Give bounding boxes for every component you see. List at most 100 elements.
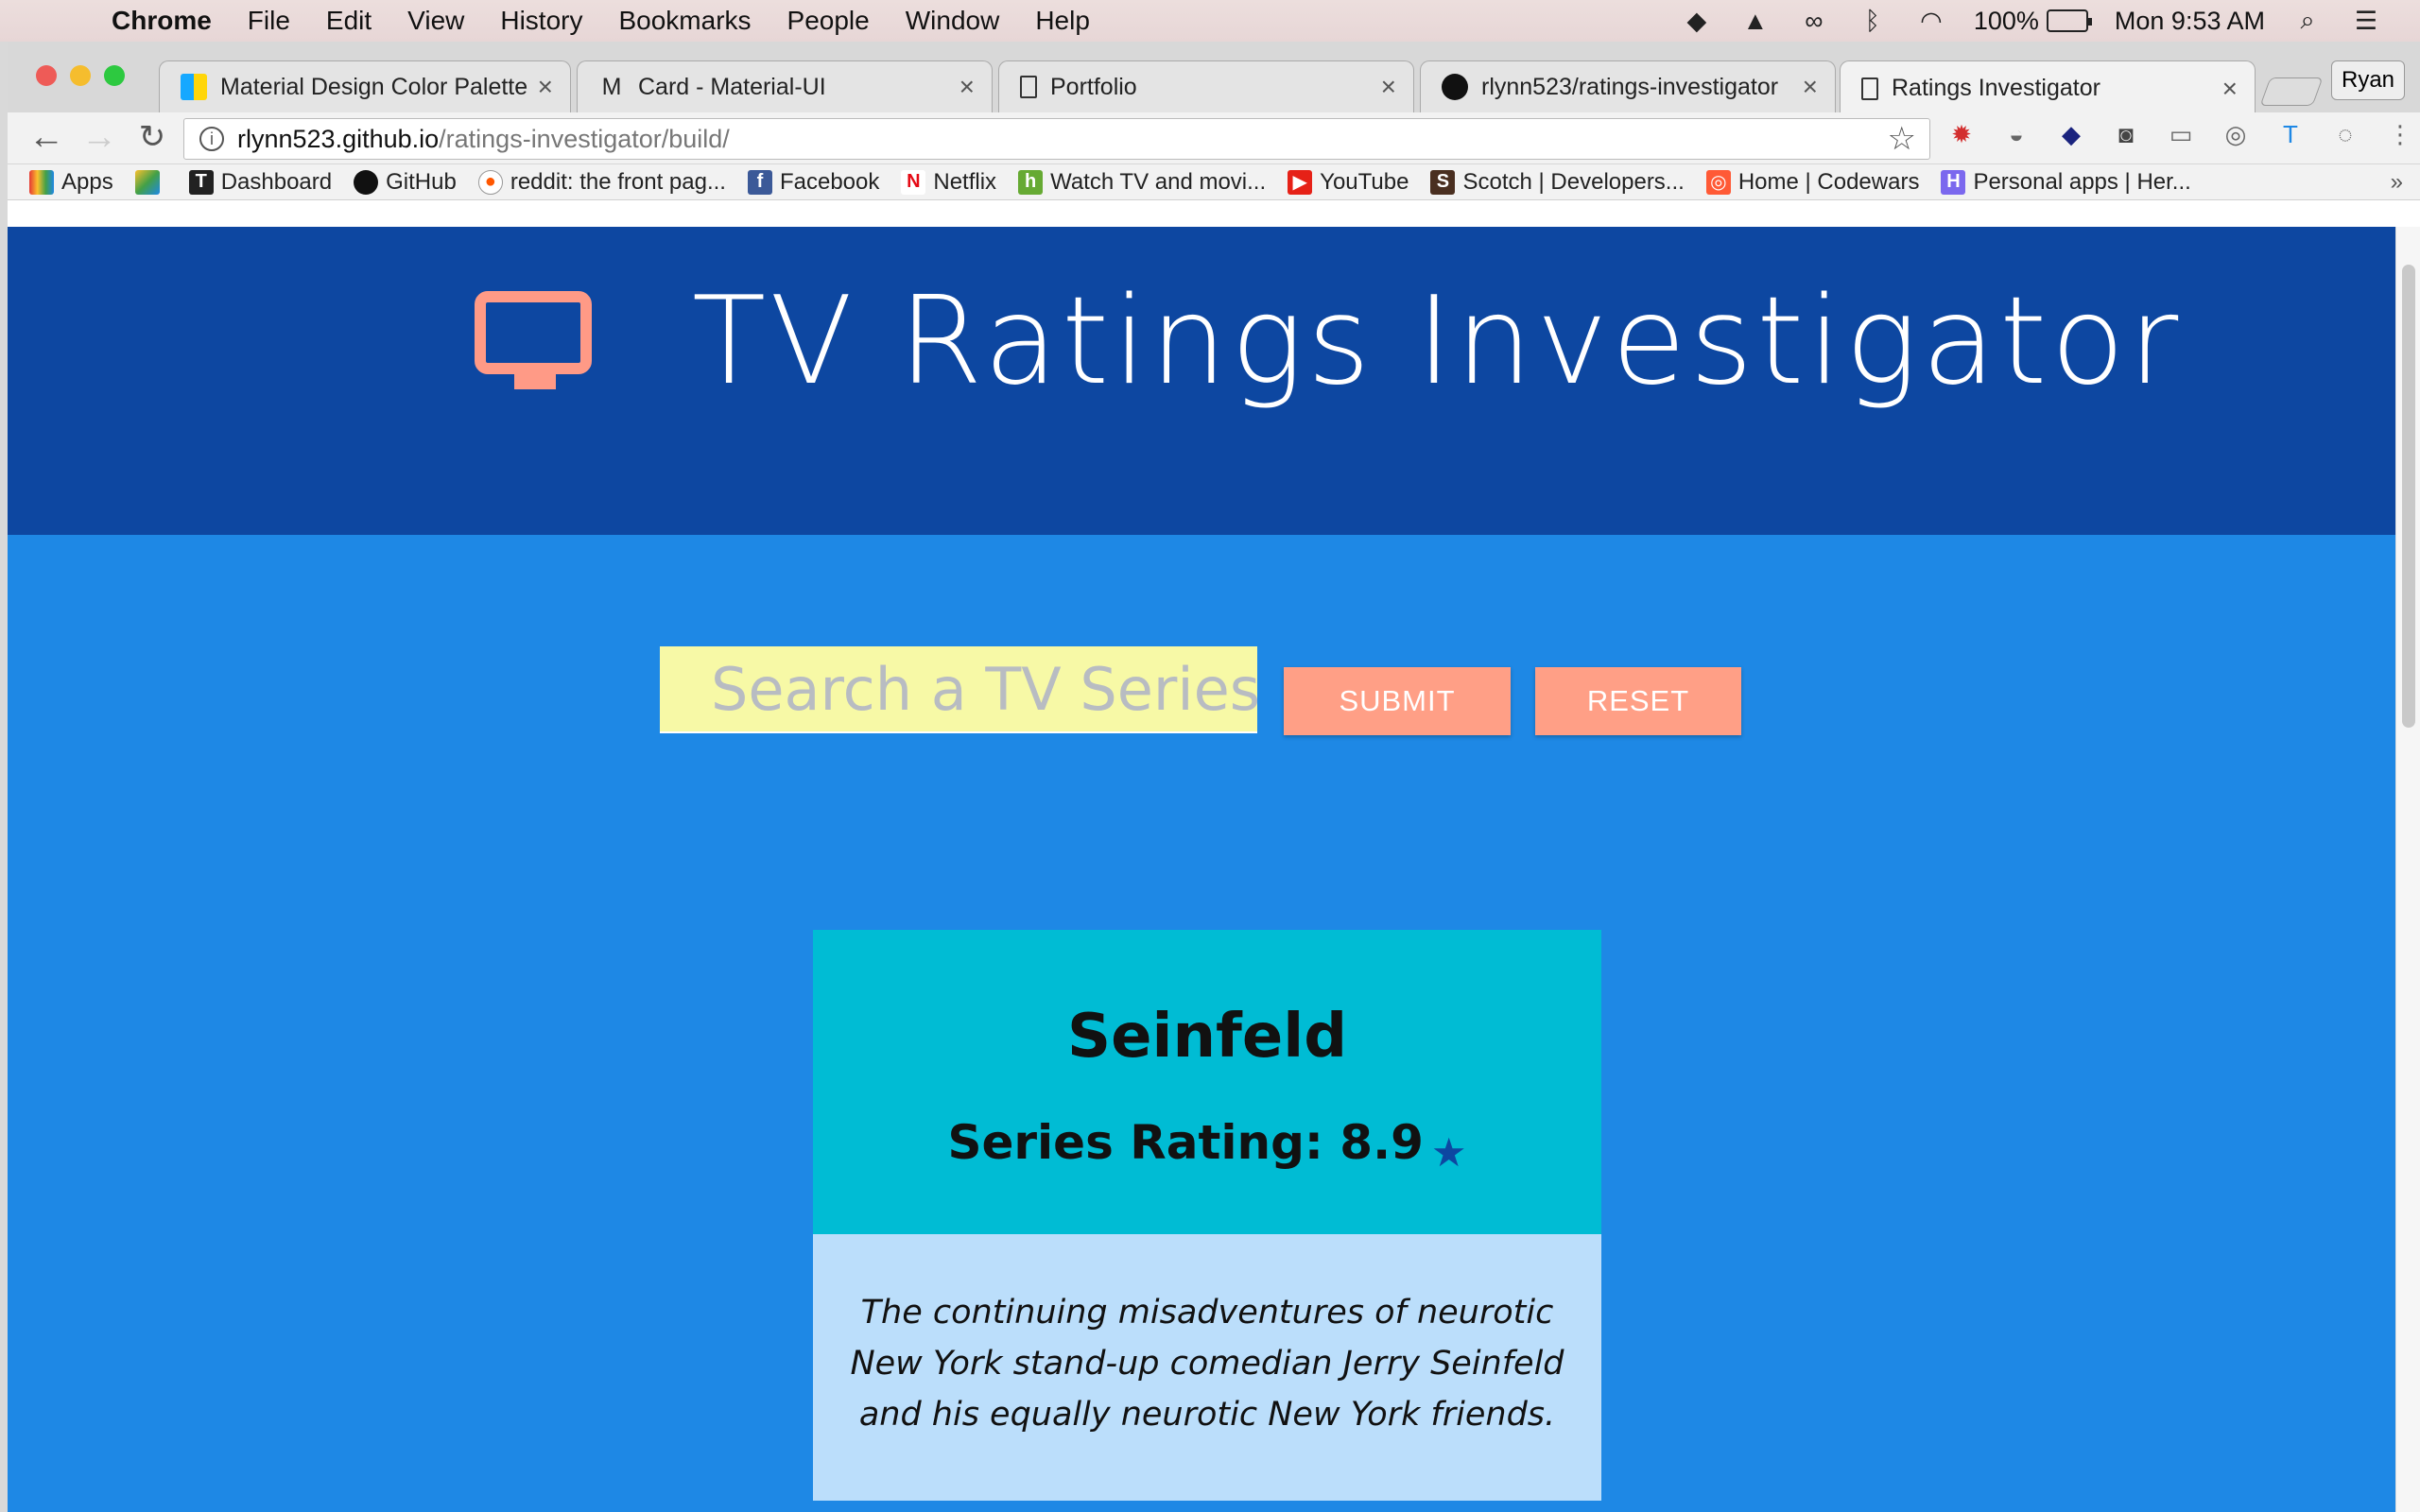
notification-center-icon[interactable]: ☰ [2350,7,2382,35]
menu-chrome[interactable]: Chrome [112,6,212,36]
lamp-extension-icon[interactable]: ◙ [2110,118,2142,150]
battery-percent: 100% [1973,6,2039,35]
bookmark-heroku[interactable]: H Personal apps | Her... [1941,168,2191,196]
macos-menu-bar: Chrome File Edit View History Bookmarks … [0,0,2420,42]
bookmark-dashboard[interactable]: T Dashboard [188,169,332,196]
menu-window[interactable]: Window [906,6,1000,36]
color-palette-icon [181,74,207,100]
menu-view[interactable]: View [407,6,464,36]
menu-help[interactable]: Help [1035,6,1090,36]
tab-portfolio[interactable]: Portfolio × [998,60,1414,112]
bookmark-reddit[interactable]: ● reddit: the front pag... [477,169,726,196]
cookie-extension-icon[interactable]: ◎ [2220,118,2252,150]
new-tab-button[interactable] [2259,77,2324,106]
close-icon[interactable]: × [2222,74,2238,104]
close-window-button[interactable] [36,65,57,86]
circle-extension-icon[interactable]: ◌ [2329,118,2361,150]
close-icon[interactable]: × [1803,72,1818,102]
bookmark-youtube[interactable]: ▶ YouTube [1288,169,1409,196]
menu-people[interactable]: People [787,6,870,36]
bookmark-scotch[interactable]: S Scotch | Developers... [1430,168,1685,196]
search-form: SUBMIT RESET [660,644,1741,735]
back-arrow-icon[interactable]: ← [28,119,64,155]
menu-clock[interactable]: Mon 9:53 AM [2115,7,2265,36]
bookmark-codewars[interactable]: ◎ Home | Codewars [1705,169,1919,196]
bookmark-label: Apps [61,168,113,195]
series-title: Seinfeld [1067,1002,1347,1072]
heroku-icon: H [1941,169,1966,195]
submit-button[interactable]: SUBMIT [1284,667,1511,735]
bookmark-hulu[interactable]: h Watch TV and movi... [1018,169,1266,196]
minimize-window-button[interactable] [70,65,91,86]
bookmark-label: Scotch | Developers... [1462,168,1685,195]
tv-icon [475,291,592,374]
series-rating-text: Series Rating: 8.9 [947,1115,1424,1170]
menu-bookmarks[interactable]: Bookmarks [618,6,751,36]
profile-button[interactable]: Ryan [2331,60,2405,100]
close-icon[interactable]: × [538,72,553,102]
bookmarks-overflow-icon[interactable]: » [2391,169,2403,196]
bookmark-label: Watch TV and movi... [1050,168,1267,195]
cast-icon[interactable]: ▭ [2165,118,2197,150]
document-icon [1020,76,1037,98]
document-icon [1861,77,1878,100]
site-header: TV Ratings Investigator [8,227,2395,535]
reload-icon[interactable]: ↻ [134,119,170,155]
menu-edit[interactable]: Edit [326,6,372,36]
url-path: /ratings-investigator/build/ [439,124,730,153]
hulu-icon: h [1018,169,1044,195]
tab-material-design-color-palette[interactable]: Material Design Color Palette × [159,60,571,112]
bookmark-google-drive[interactable] [134,169,167,195]
extension-toolbar: ✹ ◒ ◆ ◙ ▭ ◎ T ◌ ⋮ [1945,118,2416,150]
tv-series-search-input[interactable] [660,646,1257,733]
close-icon[interactable]: × [959,72,975,102]
react-devtools-icon[interactable]: ✹ [1945,118,1978,150]
chrome-browser-window: Material Design Color Palette × M Card -… [8,42,2420,1512]
url-host: rlynn523.github.io [237,124,440,153]
dropbox-icon[interactable]: ◆ [1681,7,1713,35]
bluetooth-icon[interactable]: ᛒ [1857,7,1889,35]
tray-extension-icon[interactable]: T [2274,118,2307,150]
bookmark-apps[interactable]: Apps [29,169,113,196]
page-scrollbar[interactable] [2395,227,2420,1512]
site-info-icon[interactable]: i [199,127,224,151]
bookmark-label: Personal apps | Her... [1973,168,2191,195]
series-card-header: Seinfeld Series Rating: 8.9 ★ [813,930,1601,1234]
address-bar[interactable]: i rlynn523.github.io/ratings-investigato… [183,118,1930,160]
grayed-extension-icon[interactable]: ◒ [2000,118,2032,150]
bookmark-star-icon[interactable]: ☆ [1888,120,1916,158]
close-icon[interactable]: × [1381,72,1396,102]
scotch-icon: S [1430,169,1456,195]
chrome-menu-icon[interactable]: ⋮ [2384,118,2416,150]
forward-arrow-icon[interactable]: → [81,119,117,155]
tab-title: rlynn523/ratings-investigator [1481,73,1779,100]
reset-button[interactable]: RESET [1535,667,1741,735]
scrollbar-thumb[interactable] [2402,265,2415,728]
reddit-icon: ● [477,169,503,195]
wifi-icon[interactable]: ◠ [1915,7,1947,35]
battery-status[interactable]: 100% [1973,6,2092,36]
series-rating: Series Rating: 8.9 ★ [813,1115,1601,1176]
bookmark-netflix[interactable]: N Netflix [901,169,996,196]
bookmark-label: GitHub [386,168,457,195]
netflix-icon: N [901,169,926,195]
material-ui-icon: M [601,73,622,100]
bookmark-github[interactable]: GitHub [354,169,457,196]
zoom-window-button[interactable] [104,65,125,86]
menu-file[interactable]: File [248,6,290,36]
browser-toolbar: ← → ↻ i rlynn523.github.io/ratings-inves… [8,112,2420,164]
tab-github-ratings-investigator[interactable]: rlynn523/ratings-investigator × [1420,60,1836,112]
bookmark-facebook[interactable]: f Facebook [747,169,879,196]
tab-card-material-ui[interactable]: M Card - Material-UI × [577,60,993,112]
tab-ratings-investigator[interactable]: Ratings Investigator × [1840,60,2256,115]
spotlight-search-icon[interactable]: ⌕ [2291,6,2324,34]
google-drive-icon[interactable]: ▲ [1739,7,1772,35]
menu-history[interactable]: History [500,6,582,36]
tab-title: Card - Material-UI [638,73,826,100]
glasses-icon[interactable]: ∞ [1798,7,1830,35]
lighthouse-icon[interactable]: ◆ [2055,118,2087,150]
tv-stand-icon [514,374,556,389]
battery-icon [2046,9,2092,32]
menu-bar-status-items: ◆ ▲ ∞ ᛒ ◠ 100% Mon 9:53 AM ⌕ ☰ [1681,0,2382,42]
tab-title: Material Design Color Palette [220,73,528,100]
